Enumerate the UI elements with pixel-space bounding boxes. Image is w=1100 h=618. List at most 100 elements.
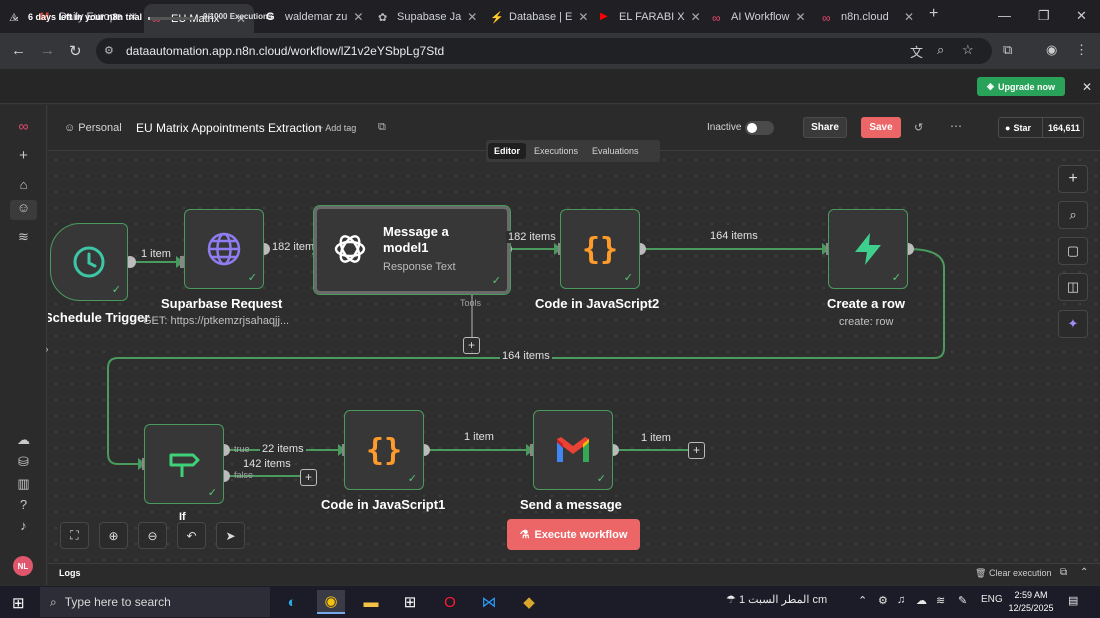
close-banner-icon[interactable]: ✕ [1082,80,1092,94]
save-button[interactable]: Save [861,117,901,138]
pen-icon[interactable]: ✎ [958,594,967,607]
clear-execution-button[interactable]: 🗑 Clear execution [975,568,1052,579]
opera-icon[interactable]: O [436,590,464,614]
add-node-false-button[interactable]: + [300,469,317,486]
projects-layers-icon[interactable]: ≋ [0,229,47,245]
success-check-icon: ✓ [491,275,501,287]
n8n-logo-icon[interactable]: ∞ [0,118,47,134]
supabase-create-row-node[interactable]: ✓ [828,209,908,289]
tidy-up-cursor-icon[interactable]: ➤ [216,522,245,549]
bookmark-star-icon[interactable]: ☆ [962,42,974,58]
personal-user-icon[interactable]: ☺ [10,200,37,220]
collapse-chevron-icon[interactable]: ⌃ [1080,567,1088,578]
insights-chart-icon[interactable]: ▥ [0,476,47,492]
close-tab-icon[interactable]: ✕ [795,10,805,24]
tray-app-icon[interactable]: ⚙ [878,594,888,607]
workflow-title[interactable]: EU Matrix Appointments Extraction [136,121,321,135]
history-icon[interactable]: ↺ [914,121,923,134]
file-explorer-icon[interactable]: ▬ [357,590,385,614]
url-field[interactable]: dataautomation.app.n8n.cloud/workflow/lZ… [96,38,992,64]
message-model-node[interactable]: Message a model1 Response Text ✓ [313,205,511,295]
execute-workflow-button[interactable]: ⚗ Execute workflow [507,519,640,550]
http-request-node[interactable]: ✓ [184,209,264,289]
add-node-panel-button[interactable]: + [1058,165,1088,193]
translate-icon[interactable]: 文 [910,42,923,61]
cloud-icon[interactable]: ☁ [916,594,927,607]
browser-tab[interactable]: ▶ EL FARABI X ✕ [592,5,700,29]
tab-executions[interactable]: Executions [528,143,584,159]
weather-widget[interactable]: ☂ المطر السبت 1 cm [726,593,827,606]
browser-tab[interactable]: ⚡ Database | E ✕ [482,5,590,29]
schedule-trigger-node[interactable]: ✓ [50,223,128,301]
chrome-browser-icon[interactable]: ◉ [317,590,345,614]
sticky-note-icon[interactable]: ▢ [1058,237,1088,265]
fit-view-icon[interactable]: ⛶ [60,522,89,549]
more-options-icon[interactable]: ⋯ [950,119,962,133]
folder-icon[interactable]: ⧉ [378,121,386,134]
windows-start-icon[interactable]: ⊞ [12,594,25,612]
minimize-icon[interactable]: — [998,8,1011,23]
network-icon[interactable]: ≋ [936,594,945,607]
ms-store-icon[interactable]: ⊞ [396,590,424,614]
side-panel-icon[interactable]: ◫ [1058,273,1088,301]
upgrade-button[interactable]: ◈ Upgrade now [977,77,1065,96]
volume-icon[interactable]: ♫ [897,594,905,606]
reload-icon[interactable]: ↻ [69,42,82,60]
app-diamond-icon[interactable]: ◆ [515,590,543,614]
close-window-icon[interactable]: ✕ [1076,8,1087,24]
close-tab-icon[interactable]: ✕ [467,10,477,24]
help-icon[interactable]: ? [0,497,47,512]
create-plus-icon[interactable]: + [0,147,47,164]
notification-center-icon[interactable]: ▤ [1068,594,1078,607]
close-tab-icon[interactable]: ✕ [904,10,914,24]
code-node[interactable]: {} ✓ [560,209,640,289]
notifications-bell-icon[interactable]: ♪ [0,518,47,533]
browser-tab[interactable]: ∞ n8n.cloud ✕ [814,5,922,29]
active-toggle[interactable] [745,121,774,135]
github-star-button[interactable]: ● Star 164,611 [998,117,1084,138]
close-tab-icon[interactable]: ✕ [691,10,700,24]
workflow-canvas[interactable]: ✓ Schedule Trigger 1 item ✓ Suparbase Re… [48,152,1100,562]
close-tab-icon[interactable]: ✕ [353,10,363,24]
close-tab-icon[interactable]: ✕ [578,10,588,24]
share-button[interactable]: Share [803,117,847,138]
tab-editor[interactable]: Editor [488,143,526,159]
profile-icon[interactable]: ◉ [1046,42,1057,58]
code-node[interactable]: {} ✓ [344,410,424,490]
search-icon[interactable]: ⌕ [1058,201,1088,229]
browser-tab[interactable]: ∞ AI Workflow ✕ [704,5,812,29]
templates-icon[interactable]: ⛁ [0,454,47,470]
browser-menu-icon[interactable]: ⋮ [1075,42,1088,58]
browser-tab[interactable]: ✿ Supabase Ja ✕ [370,5,478,29]
extensions-icon[interactable]: ⧉ [1003,42,1012,58]
if-node[interactable]: ✓ [144,424,224,504]
taskbar-clock[interactable]: 2:59 AM 12/25/2025 [1005,589,1057,615]
new-tab-icon[interactable]: + [929,5,938,23]
add-tag-button[interactable]: + Add tag [318,123,356,133]
edge-browser-icon[interactable]: ◐ [278,590,306,614]
undo-icon[interactable]: ↶ [177,522,206,549]
gmail-send-node[interactable]: ✓ [533,410,613,490]
add-node-button[interactable]: + [688,442,705,459]
zoom-in-icon[interactable]: ⊕ [99,522,128,549]
zoom-out-icon[interactable]: ⊖ [138,522,167,549]
site-info-icon[interactable]: ⚙ [104,44,114,57]
browser-tab[interactable]: G waldemar zu ✕ [258,5,366,29]
restore-icon[interactable]: ❐ [1038,8,1050,24]
avatar[interactable]: NL [13,556,33,576]
back-icon[interactable]: ← [11,42,26,59]
popout-icon[interactable]: ⧉ [1060,567,1067,578]
logs-panel-bar[interactable] [48,563,1100,585]
taskbar-search[interactable]: ⌕ Type here to search [40,587,270,617]
zoom-icon[interactable]: ⌕ [937,42,944,58]
add-tool-button[interactable]: + [463,337,480,354]
cloud-icon[interactable]: ☁ [0,432,47,448]
home-icon[interactable]: ⌂ [0,177,47,192]
project-breadcrumb[interactable]: ☺ Personal [64,122,122,134]
language-indicator[interactable]: ENG [981,594,1003,605]
vscode-icon[interactable]: ⋈ [475,590,503,614]
ai-assistant-sparkle-icon[interactable]: ✦ [1058,310,1088,338]
tab-evaluations[interactable]: Evaluations [586,143,645,159]
tray-chevron-icon[interactable]: ⌃ [858,594,867,607]
forward-icon[interactable]: → [40,42,55,59]
